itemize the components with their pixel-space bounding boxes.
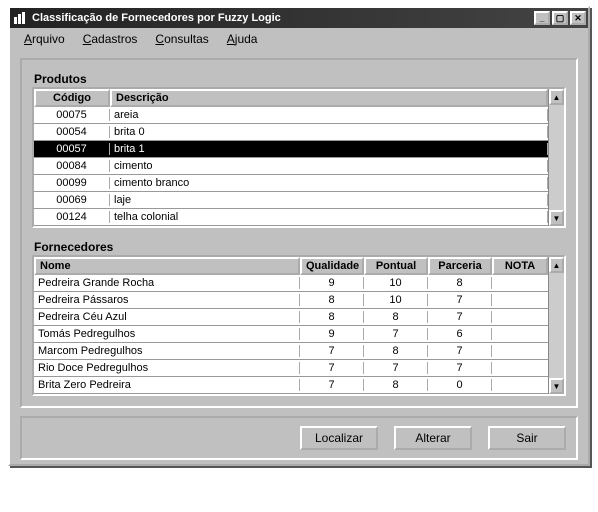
fornecedores-cell-qualidade: 8 (300, 294, 364, 306)
scroll-down-icon[interactable]: ▼ (549, 378, 564, 394)
fornecedores-label: Fornecedores (34, 240, 566, 254)
fornecedores-col-parceria[interactable]: Parceria (428, 257, 492, 275)
fornecedores-cell-nome: Tomás Pedregulhos (34, 328, 300, 340)
fornecedores-cell-parceria: 7 (428, 311, 492, 323)
fornecedores-cell-nome: Rio Doce Pedregulhos (34, 362, 300, 374)
produtos-label: Produtos (34, 72, 566, 86)
fornecedores-cell-parceria: 0 (428, 379, 492, 391)
minimize-button[interactable]: _ (534, 11, 550, 25)
scroll-up-icon[interactable]: ▲ (549, 89, 564, 105)
app-window: Classificação de Fornecedores por Fuzzy … (8, 6, 590, 466)
fornecedores-cell-nome: Pedreira Céu Azul (34, 311, 300, 323)
app-icon (12, 10, 28, 26)
fornecedores-col-nome[interactable]: Nome (34, 257, 300, 275)
fornecedores-cell-pontual: 8 (364, 379, 428, 391)
fornecedores-cell-parceria: 7 (428, 294, 492, 306)
fornecedores-cell-qualidade: 7 (300, 362, 364, 374)
produtos-grid: Código Descrição 00075areia00054brita 00… (32, 87, 566, 228)
produtos-cell-codigo: 00099 (34, 177, 110, 189)
table-row[interactable]: 00084cimento (34, 158, 548, 175)
table-row[interactable]: Pedreira Céu Azul887 (34, 309, 548, 326)
produtos-cell-descricao: cimento branco (110, 177, 548, 189)
fornecedores-cell-nome: Brita Zero Pedreira (34, 379, 300, 391)
produtos-cell-codigo: 00124 (34, 211, 110, 223)
fornecedores-scrollbar[interactable]: ▲ ▼ (548, 257, 564, 394)
window-title: Classificação de Fornecedores por Fuzzy … (32, 12, 534, 24)
fornecedores-cell-parceria: 6 (428, 328, 492, 340)
fornecedores-cell-parceria: 8 (428, 277, 492, 289)
fornecedores-cell-pontual: 10 (364, 277, 428, 289)
produtos-cell-codigo: 00057 (34, 143, 110, 155)
produtos-scrollbar[interactable]: ▲ ▼ (548, 89, 564, 226)
table-row[interactable]: 00057brita 1 (34, 141, 548, 158)
fornecedores-cell-pontual: 8 (364, 311, 428, 323)
fornecedores-cell-nome: Pedreira Grande Rocha (34, 277, 300, 289)
fornecedores-cell-pontual: 8 (364, 345, 428, 357)
produtos-cell-codigo: 00084 (34, 160, 110, 172)
produtos-cell-descricao: telha colonial (110, 211, 548, 223)
fornecedores-cell-parceria: 7 (428, 362, 492, 374)
produtos-cell-descricao: cimento (110, 160, 548, 172)
table-row[interactable]: Pedreira Grande Rocha9108 (34, 275, 548, 292)
scroll-up-icon[interactable]: ▲ (549, 257, 564, 273)
fornecedores-cell-parceria: 7 (428, 345, 492, 357)
produtos-col-codigo[interactable]: Código (34, 89, 110, 107)
table-row[interactable]: Brita Zero Pedreira780 (34, 377, 548, 394)
fornecedores-cell-nome: Marcom Pedregulhos (34, 345, 300, 357)
menu-arquivo[interactable]: Arquivo (16, 30, 73, 48)
fornecedores-cell-nome: Pedreira Pássaros (34, 294, 300, 306)
fornecedores-col-nota[interactable]: NOTA (492, 257, 548, 275)
fornecedores-col-pontual[interactable]: Pontual (364, 257, 428, 275)
table-row[interactable]: 00054brita 0 (34, 124, 548, 141)
fornecedores-col-qualidade[interactable]: Qualidade (300, 257, 364, 275)
table-row[interactable]: 00099cimento branco (34, 175, 548, 192)
fornecedores-grid: Nome Qualidade Pontual Parceria NOTA Ped… (32, 255, 566, 396)
fornecedores-cell-qualidade: 9 (300, 277, 364, 289)
fornecedores-cell-qualidade: 7 (300, 379, 364, 391)
fornecedores-cell-qualidade: 9 (300, 328, 364, 340)
produtos-cell-codigo: 00054 (34, 126, 110, 138)
table-row[interactable]: Rio Doce Pedregulhos777 (34, 360, 548, 377)
menu-cadastros[interactable]: Cadastros (75, 30, 146, 48)
fornecedores-cell-pontual: 7 (364, 362, 428, 374)
produtos-cell-descricao: brita 0 (110, 126, 548, 138)
fornecedores-cell-pontual: 10 (364, 294, 428, 306)
produtos-cell-descricao: laje (110, 194, 548, 206)
close-button[interactable]: ✕ (570, 11, 586, 25)
table-row[interactable]: 00075areia (34, 107, 548, 124)
produtos-cell-descricao: brita 1 (110, 143, 548, 155)
sair-button[interactable]: Sair (488, 426, 566, 450)
titlebar: Classificação de Fornecedores por Fuzzy … (10, 8, 588, 28)
produtos-cell-codigo: 00069 (34, 194, 110, 206)
table-row[interactable]: 00069laje (34, 192, 548, 209)
produtos-cell-descricao: areia (110, 109, 548, 121)
menu-ajuda[interactable]: Ajuda (219, 30, 266, 48)
menu-consultas[interactable]: Consultas (147, 30, 216, 48)
fornecedores-cell-pontual: 7 (364, 328, 428, 340)
table-row[interactable]: 00124telha colonial (34, 209, 548, 226)
table-row[interactable]: Pedreira Pássaros8107 (34, 292, 548, 309)
localizar-button[interactable]: Localizar (300, 426, 378, 450)
produtos-col-descricao[interactable]: Descrição (110, 89, 548, 107)
maximize-button[interactable]: ▢ (552, 11, 568, 25)
table-row[interactable]: Marcom Pedregulhos787 (34, 343, 548, 360)
produtos-cell-codigo: 00075 (34, 109, 110, 121)
table-row[interactable]: Tomás Pedregulhos976 (34, 326, 548, 343)
alterar-button[interactable]: Alterar (394, 426, 472, 450)
button-bar: Localizar Alterar Sair (20, 416, 578, 460)
fornecedores-cell-qualidade: 8 (300, 311, 364, 323)
menubar: Arquivo Cadastros Consultas Ajuda (10, 28, 588, 50)
fornecedores-cell-qualidade: 7 (300, 345, 364, 357)
main-panel: Produtos Código Descrição 00075areia0005… (20, 58, 578, 408)
scroll-down-icon[interactable]: ▼ (549, 210, 564, 226)
